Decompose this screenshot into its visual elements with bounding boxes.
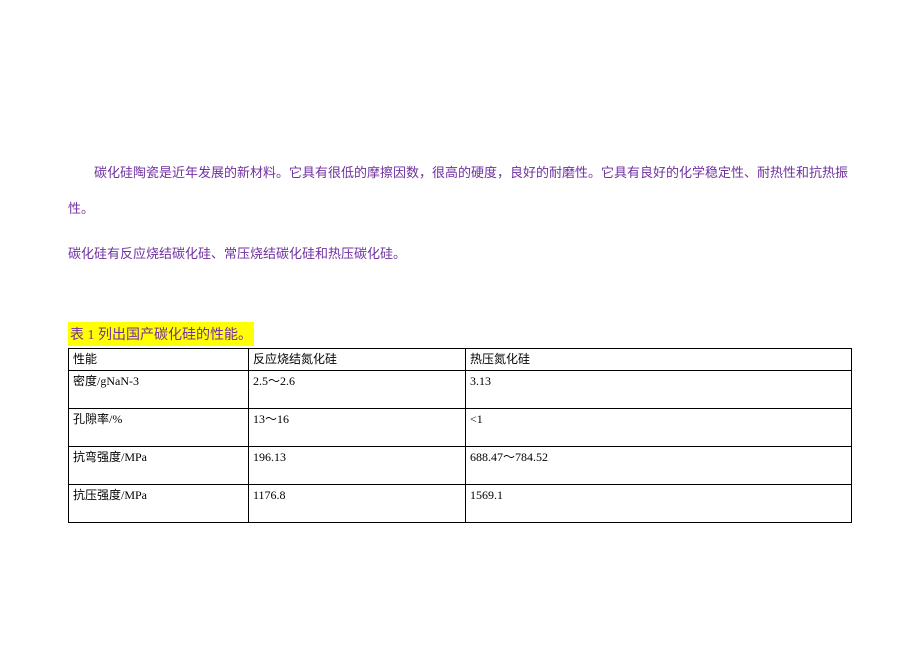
table-header-row: 性能 反应烧结氮化硅 热压氮化硅 (69, 349, 852, 371)
table-row: 密度/gNaN-3 2.5～2.6 3.13 (69, 371, 852, 409)
properties-table: 性能 反应烧结氮化硅 热压氮化硅 密度/gNaN-3 2.5～2.6 3.13 … (68, 348, 852, 523)
cell-property: 孔隙率/% (69, 409, 249, 447)
table-row: 孔隙率/% 13～16 <1 (69, 409, 852, 447)
table-caption: 表 1 列出国产碳化硅的性能。 (68, 322, 254, 346)
cell-reaction: 2.5～2.6 (249, 371, 466, 409)
cell-reaction: 196.13 (249, 447, 466, 485)
cell-property: 密度/gNaN-3 (69, 371, 249, 409)
paragraph-2: 碳化硅有反应烧结碳化硅、常压烧结碳化硅和热压碳化硅。 (68, 236, 852, 272)
document-body: 碳化硅陶瓷是近年发展的新材料。它具有很低的摩擦因数，很高的硬度，良好的耐磨性。它… (0, 0, 920, 523)
cell-hotpress: <1 (466, 409, 852, 447)
cell-reaction: 1176.8 (249, 485, 466, 523)
table-row: 抗压强度/MPa 1176.8 1569.1 (69, 485, 852, 523)
col-header-hotpress: 热压氮化硅 (466, 349, 852, 371)
cell-property: 抗弯强度/MPa (69, 447, 249, 485)
col-header-reaction: 反应烧结氮化硅 (249, 349, 466, 371)
cell-hotpress: 1569.1 (466, 485, 852, 523)
cell-hotpress: 688.47～784.52 (466, 447, 852, 485)
paragraph-1: 碳化硅陶瓷是近年发展的新材料。它具有很低的摩擦因数，很高的硬度，良好的耐磨性。它… (68, 155, 852, 228)
col-header-property: 性能 (69, 349, 249, 371)
table-row: 抗弯强度/MPa 196.13 688.47～784.52 (69, 447, 852, 485)
cell-reaction: 13～16 (249, 409, 466, 447)
cell-hotpress: 3.13 (466, 371, 852, 409)
cell-property: 抗压强度/MPa (69, 485, 249, 523)
